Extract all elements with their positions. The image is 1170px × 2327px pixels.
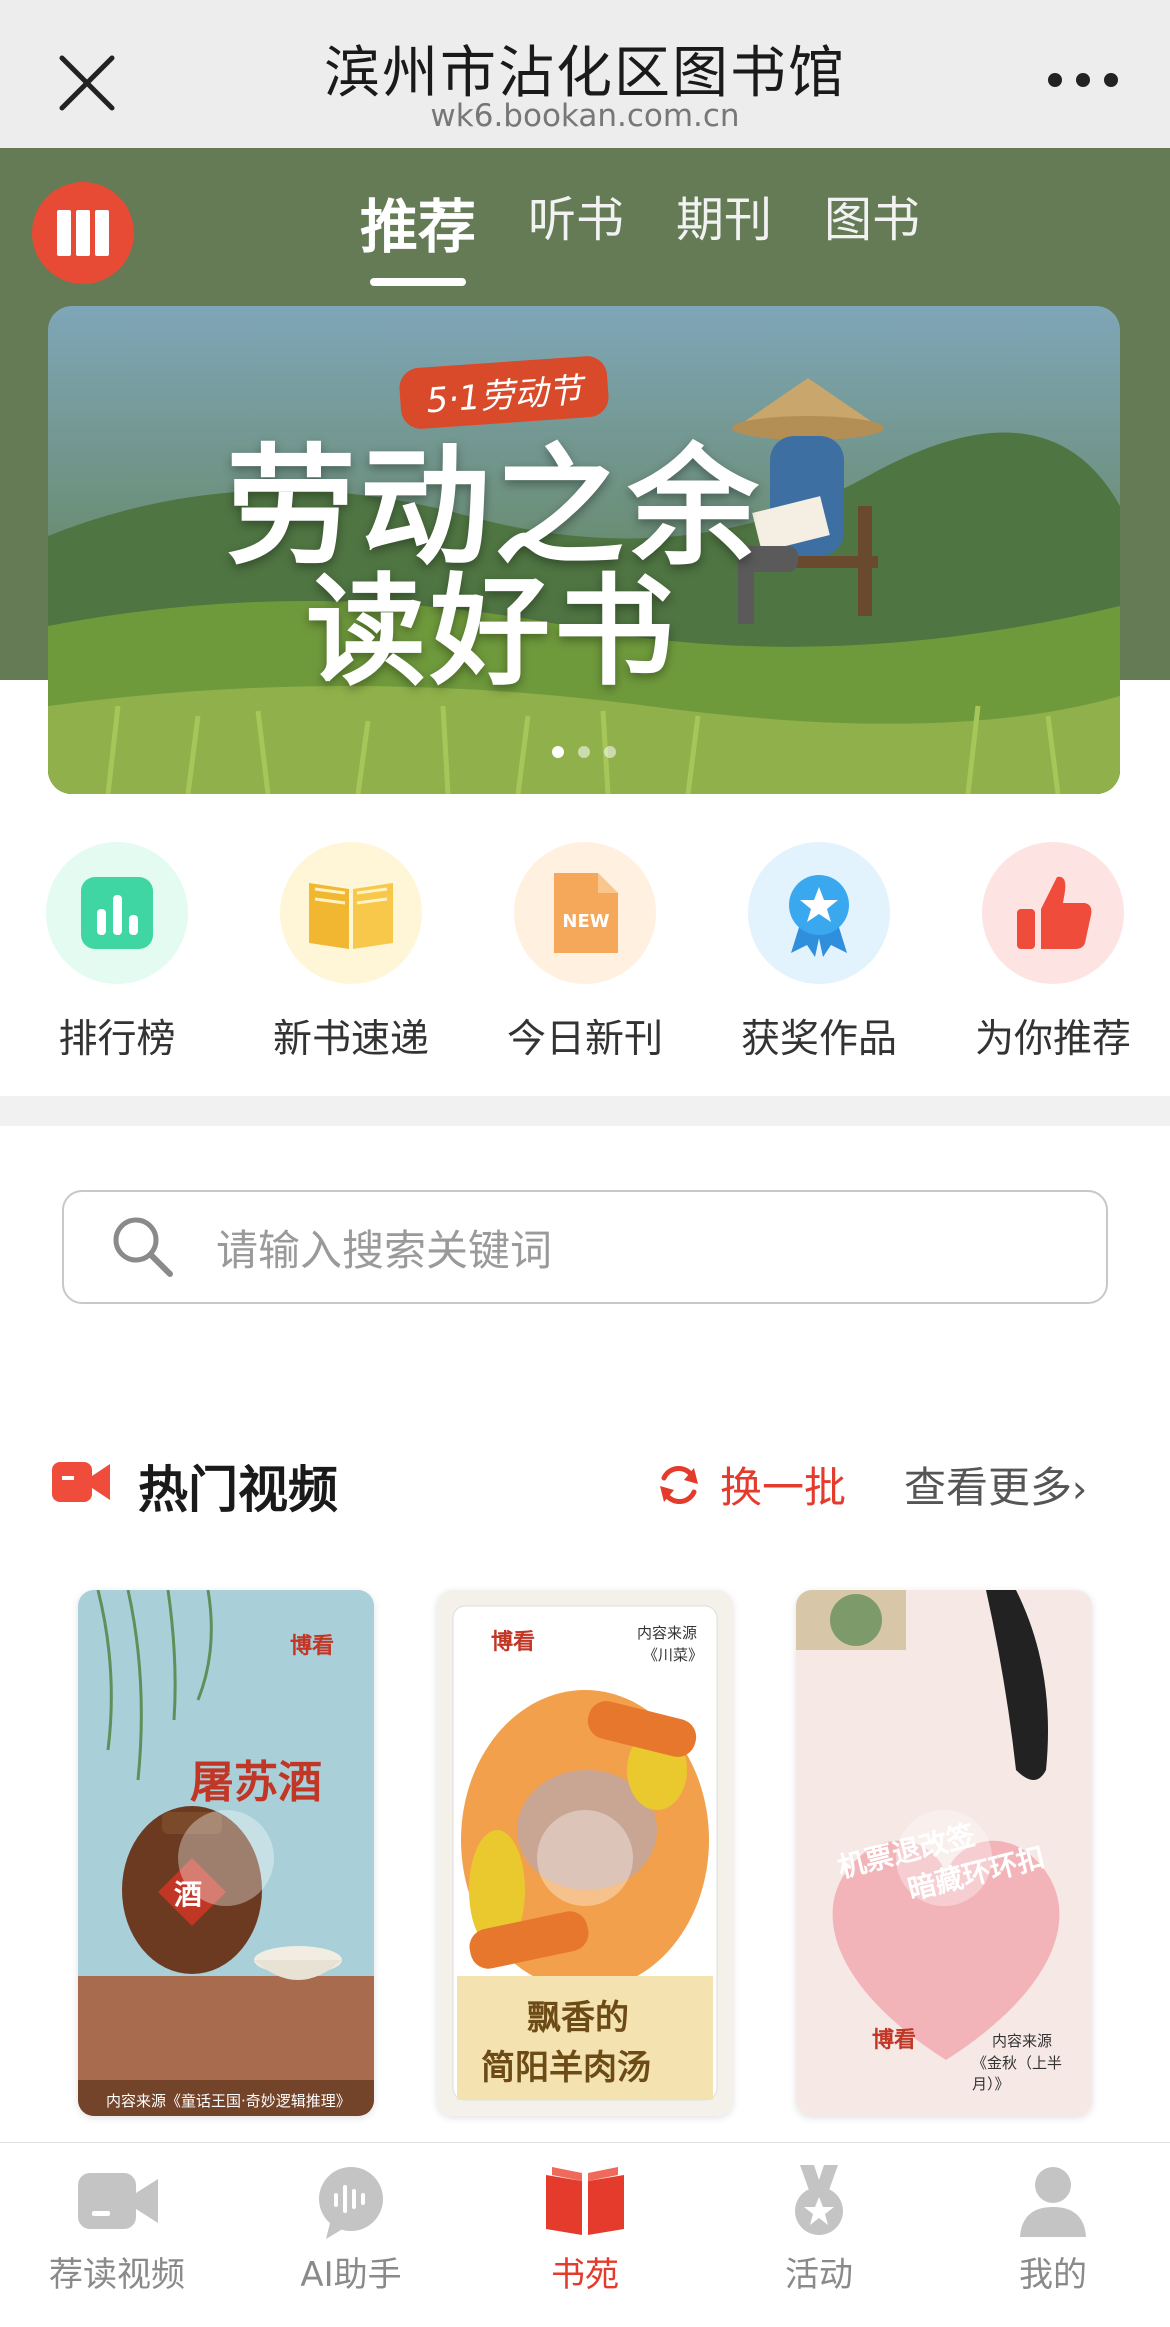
video-card-list: 博看 屠苏酒 酒 内容来源《童话王国·奇妙逻辑推理》 博看 内容来源 《川菜》 … (78, 1590, 1092, 2116)
source-label: 内容来源 (992, 2032, 1053, 2050)
nav-book-garden[interactable]: 书苑 (468, 2143, 702, 2327)
banner-pagination (48, 746, 1120, 758)
quick-link-label: 为你推荐 (974, 1017, 1131, 1062)
category-tabs: 推荐 听书 期刊 图书 (360, 180, 920, 286)
banner-headline-2: 读好书 (306, 563, 678, 702)
hot-videos-header: 热门视频 换一批 查看更多› (0, 1446, 1170, 1519)
quick-link-new-books[interactable]: 新书速递 (234, 842, 468, 1064)
view-more-label: 查看更多 (904, 1463, 1073, 1512)
tab-recommend[interactable]: 推荐 (360, 180, 476, 286)
tab-books[interactable]: 图书 (824, 180, 920, 264)
quick-link-new-journals[interactable]: NEW 今日新刊 (468, 842, 702, 1064)
award-ribbon-icon (748, 842, 890, 984)
ranking-chart-icon (46, 842, 188, 984)
view-more-link[interactable]: 查看更多› (904, 1454, 1087, 1515)
quick-link-recommend-for-you[interactable]: 为你推荐 (936, 842, 1170, 1064)
play-icon (896, 1810, 992, 1906)
quick-link-awards[interactable]: 获奖作品 (702, 842, 936, 1064)
refresh-label: 换一批 (720, 1463, 847, 1512)
banner-dot[interactable] (578, 746, 590, 758)
medal-icon (795, 2165, 843, 2235)
refresh-icon (660, 1465, 698, 1504)
video-card[interactable]: 机票退改签 暗藏环环扣 博看 内容来源 《金秋（上半月）》 (796, 1590, 1092, 2116)
nav-label: AI助手 (300, 2255, 402, 2295)
chevron-right-icon: › (1072, 1467, 1088, 1511)
more-dots-icon[interactable] (1048, 60, 1118, 100)
section-divider (0, 1096, 1170, 1126)
bottom-navigation: 荐读视频 AI助手 书苑 活动 我的 (0, 2142, 1170, 2327)
search-input[interactable]: 请输入搜索关键词 (62, 1190, 1108, 1304)
play-icon (178, 1810, 274, 1906)
video-card[interactable]: 博看 屠苏酒 酒 内容来源《童话王国·奇妙逻辑推理》 (78, 1590, 374, 2116)
tab-audiobooks[interactable]: 听书 (528, 180, 624, 264)
quick-link-label: 新书速递 (272, 1017, 429, 1062)
nav-label: 我的 (1019, 2255, 1087, 2295)
banner-dot[interactable] (604, 746, 616, 758)
nav-activities[interactable]: 活动 (702, 2143, 936, 2327)
user-icon (1020, 2167, 1086, 2237)
page-title: 滨州市沾化区图书馆 (324, 41, 846, 106)
video-camera-icon (52, 1462, 110, 1502)
refresh-button[interactable]: 换一批 (656, 1454, 846, 1515)
nav-ai-assistant[interactable]: AI助手 (234, 2143, 468, 2327)
play-icon (537, 1810, 633, 1906)
thumbs-up-icon (982, 842, 1124, 984)
video-title-line-1: 飘香的 (527, 1998, 629, 2038)
video-title: 屠苏酒 (190, 1757, 322, 1808)
new-document-icon: NEW (514, 842, 656, 984)
svg-text:NEW: NEW (562, 911, 609, 932)
search-icon (113, 1217, 173, 1277)
app-logo[interactable] (32, 182, 134, 284)
open-book-icon (280, 842, 422, 984)
nav-label: 活动 (785, 2255, 853, 2295)
quick-link-label: 排行榜 (58, 1017, 176, 1062)
ai-assistant-icon (319, 2167, 383, 2239)
section-title: 热门视频 (138, 1461, 338, 1519)
nav-recommended-videos[interactable]: 荐读视频 (0, 2143, 234, 2327)
search-placeholder: 请输入搜索关键词 (216, 1225, 553, 1275)
nav-label: 荐读视频 (49, 2255, 185, 2295)
quick-links: 排行榜 新书速递 NEW 今日新刊 获奖作品 为你推荐 (0, 842, 1170, 1064)
video-card[interactable]: 博看 内容来源 《川菜》 飘香的 简阳羊肉汤 (437, 1590, 733, 2116)
quick-link-label: 今日新刊 (506, 1017, 663, 1062)
book-icon (546, 2167, 624, 2235)
source-name: 《金秋（上半月）》 (972, 2054, 1063, 2093)
quick-link-label: 获奖作品 (740, 1017, 897, 1062)
video-title-line-2: 简阳羊肉汤 (481, 2048, 651, 2088)
quick-link-ranking[interactable]: 排行榜 (0, 842, 234, 1064)
promo-banner[interactable]: 5·1劳动节 劳动之余 读好书 (48, 306, 1120, 794)
browser-title-bar: 滨州市沾化区图书馆 wk6.bookan.com.cn (0, 0, 1170, 148)
tab-periodicals[interactable]: 期刊 (676, 180, 772, 264)
source-name: 《川菜》 (643, 1646, 704, 1664)
brand-label: 博看 (290, 1634, 335, 1659)
source-label: 内容来源 (637, 1624, 698, 1642)
nav-label: 书苑 (551, 2255, 619, 2295)
video-camera-icon (78, 2173, 158, 2229)
video-source: 内容来源《童话王国·奇妙逻辑推理》 (106, 2092, 351, 2110)
brand-label: 博看 (872, 2028, 917, 2053)
page-url: wk6.bookan.com.cn (430, 98, 740, 134)
banner-dot[interactable] (552, 746, 564, 758)
brand-label: 博看 (491, 1630, 536, 1655)
nav-profile[interactable]: 我的 (936, 2143, 1170, 2327)
